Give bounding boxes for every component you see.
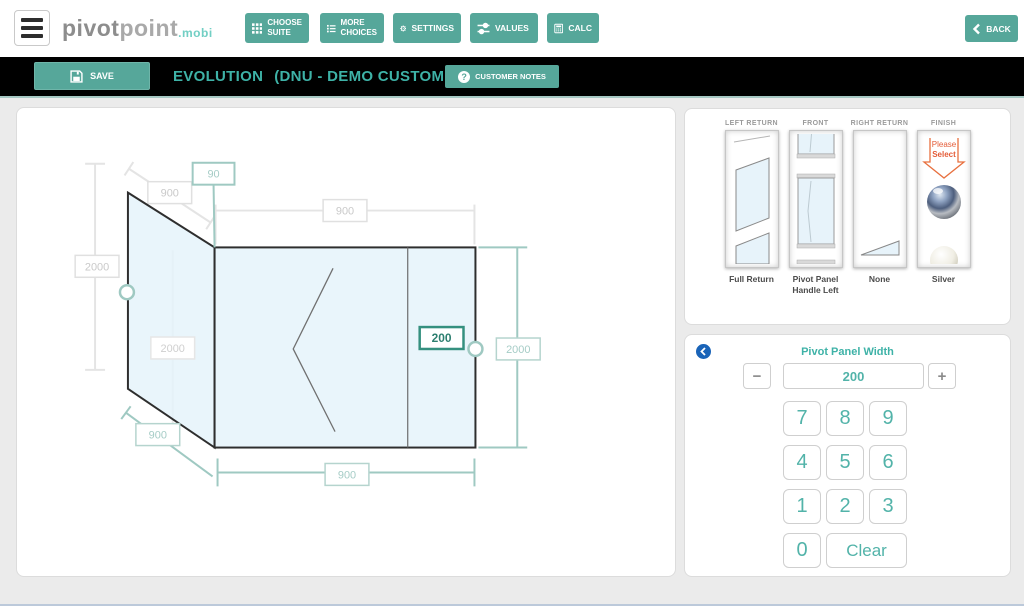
- logo-text-point: point: [119, 15, 178, 42]
- chevron-left-icon: [972, 23, 981, 35]
- choose-suite-label-line2: SUITE: [267, 28, 291, 37]
- dim-label-front-bottom: 900: [338, 469, 356, 481]
- silver-ball-image: [927, 185, 961, 219]
- dim-label-return-top: 900: [161, 188, 179, 200]
- pivot-panel-width-card: Pivot Panel Width − + 7 8 9 4 5 6 1 2 3 …: [684, 334, 1011, 577]
- choose-suite-label-line1: CHOOSE: [267, 18, 302, 27]
- selector-front: FRONT Pivot Panel Handle Left: [787, 120, 845, 295]
- please-label: Please: [931, 140, 956, 149]
- right-return-carousel[interactable]: [853, 130, 907, 268]
- settings-button[interactable]: SETTINGS: [393, 13, 461, 43]
- silver-finish-thumbnail: Please Select: [921, 134, 967, 264]
- drawing-canvas: 2000 900 900 2000: [16, 107, 676, 577]
- selector-left-return: LEFT RETURN Full Return: [723, 120, 781, 295]
- key-8[interactable]: 8: [826, 401, 864, 436]
- more-choices-button[interactable]: MORECHOICES: [320, 13, 384, 43]
- pivot-width-label: 200: [432, 331, 452, 345]
- customer-notes-button[interactable]: ? CUSTOMER NOTES: [445, 65, 559, 88]
- wall-offset-label: 90: [207, 169, 219, 181]
- select-label: Select: [932, 150, 956, 159]
- grid-icon: [252, 22, 262, 35]
- left-return-value: Full Return: [723, 274, 781, 285]
- dim-label-front-top: 900: [336, 206, 354, 218]
- selector-right-return: RIGHT RETURN None: [851, 120, 909, 295]
- app-header: pivot point .mobi CHOOSESUITE MORECHOICE…: [0, 0, 1024, 57]
- return-panel[interactable]: [128, 193, 215, 448]
- full-return-thumbnail: [729, 134, 775, 264]
- save-label: SAVE: [90, 71, 114, 81]
- customer-notes-label: CUSTOMER NOTES: [475, 72, 546, 81]
- values-label: VALUES: [495, 23, 529, 33]
- sliders-icon: [477, 22, 490, 35]
- dim-label-return-height: 2000: [85, 261, 109, 273]
- increment-button[interactable]: +: [928, 363, 956, 389]
- right-edge-handle[interactable]: [468, 342, 482, 356]
- key-9[interactable]: 9: [869, 401, 907, 436]
- settings-label: SETTINGS: [411, 23, 454, 33]
- panel-selector-card: LEFT RETURN Full Return FRONT: [684, 108, 1011, 325]
- finish-header: FINISH: [915, 120, 973, 127]
- key-0[interactable]: 0: [783, 533, 821, 568]
- key-5[interactable]: 5: [826, 445, 864, 480]
- job-title: EVOLUTION (DNU - DEMO CUSTOMER): [173, 57, 471, 96]
- front-header: FRONT: [787, 120, 845, 127]
- none-thumbnail: [857, 134, 903, 264]
- dim-label-inner-height: 2000: [161, 343, 185, 355]
- key-4[interactable]: 4: [783, 445, 821, 480]
- calc-label: CALC: [568, 23, 592, 33]
- calc-button[interactable]: CALC: [547, 13, 599, 43]
- clear-button[interactable]: Clear: [826, 533, 907, 568]
- selector-finish: FINISH: [915, 120, 973, 295]
- decrement-button[interactable]: −: [743, 363, 771, 389]
- front-carousel[interactable]: [789, 130, 843, 268]
- key-2[interactable]: 2: [826, 489, 864, 524]
- left-return-header: LEFT RETURN: [723, 120, 781, 127]
- gear-icon: [400, 22, 406, 35]
- right-return-header: RIGHT RETURN: [851, 120, 909, 127]
- more-choices-label-line1: MORE: [341, 18, 365, 27]
- save-button[interactable]: SAVE: [34, 62, 150, 90]
- back-label: BACK: [986, 24, 1011, 34]
- dim-label-right-height: 2000: [506, 344, 530, 356]
- pivot-panel-thumbnail: [793, 134, 839, 264]
- logo-text-pivot: pivot: [62, 15, 119, 42]
- key-6[interactable]: 6: [869, 445, 907, 480]
- left-edge-handle[interactable]: [120, 285, 134, 299]
- choose-suite-button[interactable]: CHOOSESUITE: [245, 13, 309, 43]
- key-7[interactable]: 7: [783, 401, 821, 436]
- dim-label-return-bottom: 900: [149, 430, 167, 442]
- calculator-icon: [554, 22, 563, 35]
- suite-name: EVOLUTION: [173, 68, 263, 85]
- key-1[interactable]: 1: [783, 489, 821, 524]
- finish-carousel[interactable]: Please Select: [917, 130, 971, 268]
- numeric-keypad: 7 8 9 4 5 6 1 2 3 0 Clear: [783, 401, 907, 568]
- keypad-title: Pivot Panel Width: [685, 346, 1010, 358]
- values-button[interactable]: VALUES: [470, 13, 538, 43]
- save-icon: [70, 70, 83, 83]
- wall-offset-leader: [214, 185, 215, 248]
- more-choices-label-line2: CHOICES: [341, 28, 377, 37]
- back-button[interactable]: BACK: [965, 15, 1018, 42]
- customer-name: (DNU - DEMO CUSTOMER): [274, 68, 471, 85]
- shower-screen-diagram: 2000 900 900 2000: [17, 108, 675, 576]
- toolbar: SAVE EVOLUTION (DNU - DEMO CUSTOMER) ? C…: [0, 57, 1024, 98]
- logo-text-mobi: .mobi: [178, 18, 213, 40]
- list-icon: [327, 22, 336, 35]
- question-icon: ?: [458, 71, 470, 83]
- right-return-value: None: [851, 274, 909, 285]
- app-logo: pivot point .mobi: [62, 0, 213, 57]
- front-value: Pivot Panel Handle Left: [787, 274, 845, 295]
- key-3[interactable]: 3: [869, 489, 907, 524]
- left-return-carousel[interactable]: [725, 130, 779, 268]
- pivot-width-input[interactable]: [783, 363, 924, 389]
- white-ball-image: [930, 246, 958, 264]
- menu-button[interactable]: [14, 10, 50, 46]
- hamburger-icon: [21, 18, 43, 22]
- finish-value: Silver: [915, 274, 973, 285]
